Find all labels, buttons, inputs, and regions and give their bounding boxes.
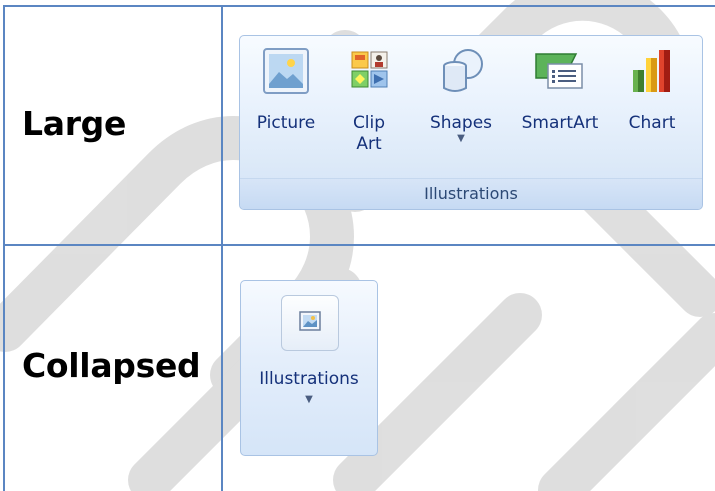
table-column-divider xyxy=(221,5,223,491)
shapes-label: Shapes xyxy=(429,113,493,133)
table-row-divider xyxy=(3,244,715,246)
collapsed-dropdown-arrow: ▼ xyxy=(305,394,313,405)
row-label-large: Large xyxy=(22,104,127,143)
collapsed-group-label: Illustrations xyxy=(259,369,359,389)
clip-art-label-line2: Art xyxy=(356,134,382,154)
illustrations-group-caption: Illustrations xyxy=(240,178,702,209)
smartart-label: SmartArt xyxy=(521,113,599,133)
illustrations-group-collapsed[interactable]: Illustrations ▼ xyxy=(240,280,378,456)
picture-button[interactable]: Picture xyxy=(252,44,320,134)
chart-button[interactable]: Chart xyxy=(618,44,686,134)
table-border-top xyxy=(3,5,715,7)
shapes-button[interactable]: Shapes ▼ xyxy=(423,44,499,144)
shapes-icon xyxy=(443,49,483,92)
table-border-left xyxy=(3,5,5,491)
picture-icon xyxy=(263,48,309,94)
chart-label: Chart xyxy=(628,113,676,133)
illustrations-icon xyxy=(299,311,321,331)
shapes-dropdown-arrow: ▼ xyxy=(457,133,465,144)
chart-icon xyxy=(633,50,670,92)
clip-art-icon xyxy=(351,51,388,88)
smartart-icon xyxy=(535,53,583,89)
illustrations-group-large: Picture Clip Art Shapes ▼ SmartArt Chart… xyxy=(239,35,703,210)
document-page: Large Collapsed Picture Clip Art Shapes … xyxy=(0,0,715,491)
clip-art-button[interactable]: Clip Art xyxy=(345,44,393,155)
row-label-collapsed: Collapsed xyxy=(22,346,201,385)
clip-art-label-line1: Clip xyxy=(352,113,386,133)
picture-label: Picture xyxy=(256,113,316,133)
smartart-button[interactable]: SmartArt xyxy=(512,44,608,134)
collapsed-icon-box xyxy=(281,295,339,351)
